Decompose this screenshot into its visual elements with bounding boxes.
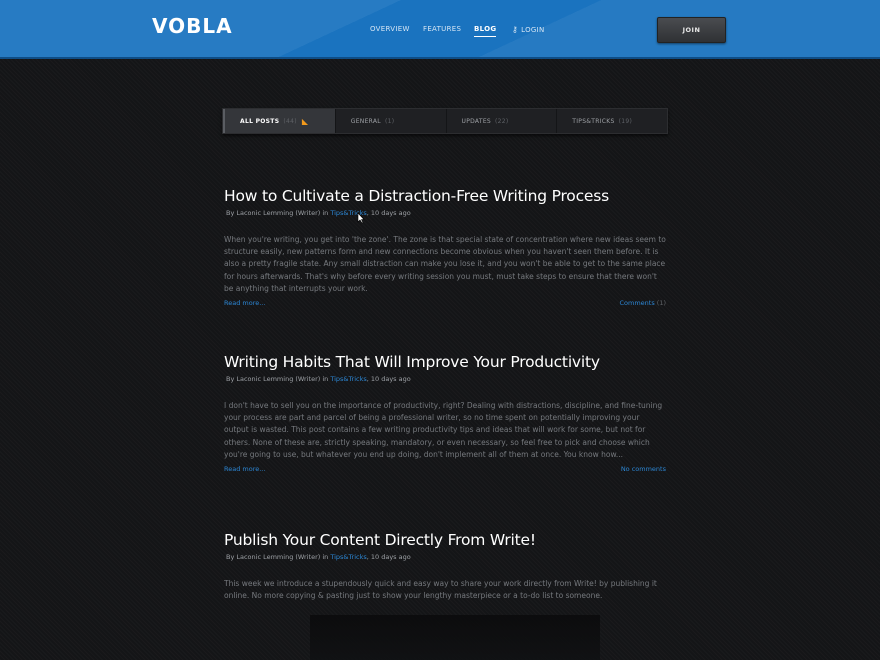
comments-link[interactable]: Comments (1) (619, 299, 666, 307)
post-author: By Laconic Lemming (Writer) in (226, 375, 331, 383)
key-icon: ⚷ (512, 25, 519, 34)
blog-post: Publish Your Content Directly From Write… (224, 531, 666, 602)
tab-label: GENERAL (350, 117, 381, 125)
join-button[interactable]: JOIN (657, 17, 726, 43)
blog-post: Writing Habits That Will Improve Your Pr… (224, 353, 666, 475)
tab-updates[interactable]: UPDATES (22) (447, 109, 558, 133)
post-date: , 10 days ago (366, 375, 411, 383)
main-nav: OVERVIEW FEATURES BLOG ⚷ LOGIN (0, 25, 880, 39)
comments-label: Comments (619, 299, 655, 308)
tab-label: TIPS&TRICKS (572, 117, 615, 125)
tab-count: (22) (495, 117, 509, 125)
post-meta: By Laconic Lemming (Writer) in Tips&Tric… (226, 209, 666, 217)
tab-label: UPDATES (461, 117, 492, 125)
read-more-link[interactable]: Read more... (224, 465, 265, 473)
tab-label: ALL POSTS (240, 117, 280, 125)
blog-post: How to Cultivate a Distraction-Free Writ… (224, 187, 666, 309)
tab-count: (1) (384, 117, 395, 125)
post-author: By Laconic Lemming (Writer) in (226, 553, 331, 561)
post-links: Read more... No comments (224, 465, 666, 475)
header-divider (0, 57, 880, 59)
comments-count: (1) (656, 299, 666, 308)
post-image (310, 615, 600, 660)
post-title[interactable]: How to Cultivate a Distraction-Free Writ… (224, 187, 666, 205)
comments-link[interactable]: No comments (621, 465, 666, 473)
site-header: VOBLA OVERVIEW FEATURES BLOG ⚷ LOGIN JOIN (0, 0, 880, 57)
post-title[interactable]: Writing Habits That Will Improve Your Pr… (224, 353, 666, 371)
nav-login-label: LOGIN (521, 26, 545, 34)
post-excerpt: This week we introduce a stupendously qu… (224, 579, 657, 601)
category-tabs: ALL POSTS (44) ◣ GENERAL (1) UPDATES (22… (222, 108, 668, 134)
nav-login[interactable]: ⚷ LOGIN (512, 25, 545, 34)
nav-features[interactable]: FEATURES (423, 25, 461, 33)
nav-overview[interactable]: OVERVIEW (370, 25, 410, 33)
post-excerpt: I don't have to sell you on the importan… (224, 401, 663, 459)
tab-count: (44) (283, 117, 297, 125)
post-category-link[interactable]: Tips&Tricks (330, 375, 366, 383)
post-date: , 10 days ago (366, 209, 411, 217)
tab-general[interactable]: GENERAL (1) (336, 109, 447, 133)
post-title[interactable]: Publish Your Content Directly From Write… (224, 531, 666, 549)
mouse-cursor-icon (357, 212, 365, 224)
tab-count: (19) (618, 117, 633, 125)
nav-blog[interactable]: BLOG (474, 25, 497, 37)
post-links: Read more... Comments (1) (224, 299, 666, 309)
post-category-link[interactable]: Tips&Tricks (330, 553, 366, 561)
tab-tips-tricks[interactable]: TIPS&TRICKS (19) (557, 109, 667, 133)
read-more-link[interactable]: Read more... (224, 299, 265, 307)
post-meta: By Laconic Lemming (Writer) in Tips&Tric… (226, 553, 666, 561)
tab-all-posts[interactable]: ALL POSTS (44) ◣ (223, 109, 336, 133)
post-excerpt: When you're writing, you get into 'the z… (224, 235, 666, 293)
rss-icon[interactable]: ◣ (302, 117, 308, 126)
post-meta: By Laconic Lemming (Writer) in Tips&Tric… (226, 375, 666, 383)
post-date: , 10 days ago (366, 553, 411, 561)
post-author: By Laconic Lemming (Writer) in (226, 209, 331, 217)
